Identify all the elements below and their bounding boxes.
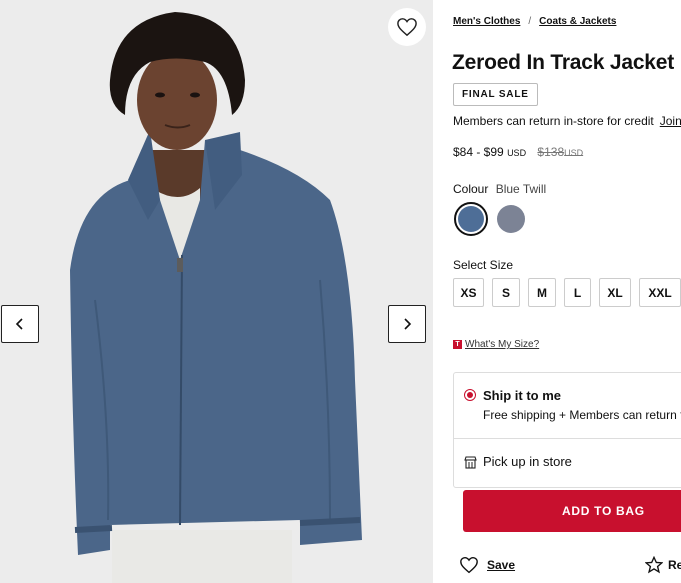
size-xl-button[interactable]: XL	[599, 278, 631, 307]
swatch-color	[458, 206, 484, 232]
star-icon	[645, 556, 663, 574]
join-link[interactable]: Join	[660, 114, 681, 128]
save-button[interactable]: Save	[459, 556, 515, 574]
size-options: XS S M L XL XXL	[453, 278, 681, 307]
colour-selector-label: Colour Blue Twill	[453, 182, 546, 196]
size-guide-link[interactable]: What's My Size?	[465, 339, 539, 350]
pickup-label: Pick up in store	[483, 454, 572, 469]
review-button[interactable]: Review	[645, 556, 681, 574]
wishlist-button[interactable]	[388, 8, 426, 46]
review-label: Review	[668, 558, 681, 572]
heart-icon	[460, 556, 478, 574]
size-xs-button[interactable]: XS	[453, 278, 484, 307]
next-image-button[interactable]	[388, 305, 426, 343]
breadcrumb: Men's Clothes / Coats & Jackets	[453, 16, 616, 27]
price: $84 - $99 USD $138USD	[453, 145, 583, 159]
add-to-bag-label: ADD TO BAG	[562, 504, 645, 518]
save-label: Save	[487, 558, 516, 572]
size-guide-tag: T	[453, 340, 462, 349]
size-l-button[interactable]: L	[564, 278, 591, 307]
size-guide[interactable]: T What's My Size?	[453, 339, 539, 350]
price-currency: USD	[507, 148, 527, 158]
original-price: $138USD	[537, 145, 583, 159]
radio-selected[interactable]	[464, 389, 476, 401]
product-title: Zeroed In Track Jacket	[452, 51, 675, 74]
selected-colour-name: Blue Twill	[495, 182, 547, 196]
chevron-right-icon	[404, 318, 412, 330]
size-label: Select Size	[453, 258, 514, 272]
original-price-currency: USD	[564, 148, 584, 158]
ship-to-me-option[interactable]: Ship it to me Free shipping + Members ca…	[454, 373, 681, 439]
members-return-note: Members can return in-store for credit Jo…	[453, 114, 681, 128]
pickup-in-store-option[interactable]: Pick up in store	[454, 439, 681, 489]
chevron-left-icon	[15, 318, 23, 330]
size-xxl-button[interactable]: XXL	[639, 278, 681, 307]
product-gallery	[0, 0, 433, 583]
colour-swatch-blue-twill[interactable]	[454, 202, 488, 236]
product-info-panel: Men's Clothes / Coats & Jackets Zeroed I…	[433, 0, 681, 583]
store-icon	[464, 456, 477, 469]
breadcrumb-coats-jackets[interactable]: Coats & Jackets	[539, 16, 616, 27]
final-sale-badge: FINAL SALE	[453, 83, 538, 106]
ship-subtitle: Free shipping + Members can return for c…	[483, 408, 681, 422]
size-s-button[interactable]: S	[492, 278, 520, 307]
heart-icon	[397, 18, 417, 37]
breadcrumb-mens-clothes[interactable]: Men's Clothes	[453, 16, 520, 27]
delivery-options: Ship it to me Free shipping + Members ca…	[453, 372, 681, 488]
original-price-value: $138	[537, 145, 565, 159]
members-text: Members can return in-store for credit	[453, 114, 654, 128]
add-to-bag-button[interactable]: ADD TO BAG	[463, 490, 681, 532]
breadcrumb-separator: /	[528, 16, 532, 27]
colour-swatch-grey[interactable]	[494, 202, 528, 236]
size-m-button[interactable]: M	[528, 278, 556, 307]
ship-title: Ship it to me	[483, 388, 561, 403]
swatch-color	[497, 205, 525, 233]
previous-image-button[interactable]	[1, 305, 39, 343]
price-range: $84 - $99	[453, 145, 504, 159]
product-photo	[0, 0, 433, 583]
colour-label: Colour	[453, 182, 489, 196]
